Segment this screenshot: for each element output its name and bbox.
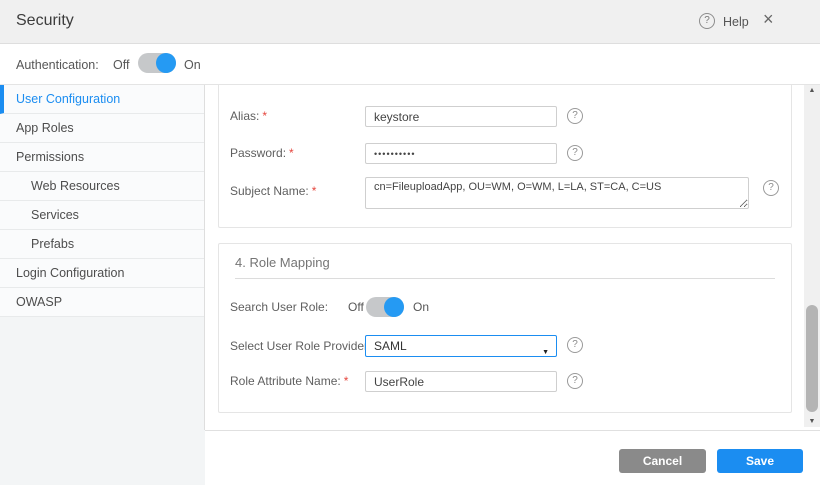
alias-help-icon[interactable]: ?: [567, 108, 583, 124]
subject-name-required-marker: *: [309, 184, 317, 198]
role-mapping-divider: [235, 278, 775, 279]
subject-name-textarea[interactable]: cn=FileuploadApp, OU=WM, O=WM, L=LA, ST=…: [365, 177, 749, 209]
sidebar-item-user-configuration[interactable]: User Configuration: [0, 85, 205, 114]
sidebar-item-login-configuration[interactable]: Login Configuration: [0, 259, 205, 288]
subject-name-label-text: Subject Name:: [230, 184, 309, 198]
subject-name-help-icon[interactable]: ?: [763, 180, 779, 196]
close-icon[interactable]: ×: [763, 9, 774, 30]
scroll-up-icon[interactable]: ▲: [804, 87, 820, 94]
password-required-marker: *: [286, 146, 294, 160]
authentication-toggle[interactable]: [138, 53, 176, 73]
sidebar-item-prefabs[interactable]: Prefabs: [0, 230, 205, 259]
help-icon[interactable]: ?: [699, 13, 715, 29]
authentication-label: Authentication:: [16, 58, 99, 72]
authentication-row: Authentication: Off On: [0, 44, 820, 85]
role-attribute-required-marker: *: [341, 374, 349, 388]
security-dialog: Security ? Help × Authentication: Off On…: [0, 0, 820, 485]
subject-name-label: Subject Name:*: [230, 184, 316, 198]
alias-input[interactable]: [365, 106, 557, 127]
main-content: Alias:* ? Password:* ? Subject Name:* cn…: [205, 85, 805, 430]
help-link[interactable]: Help: [723, 15, 749, 29]
sidebar-item-owasp[interactable]: OWASP: [0, 288, 205, 317]
role-attribute-label-text: Role Attribute Name:: [230, 374, 341, 388]
sidebar-item-permissions[interactable]: Permissions: [0, 143, 205, 172]
role-attribute-help-icon[interactable]: ?: [567, 373, 583, 389]
role-attribute-input[interactable]: [365, 371, 557, 392]
role-attribute-label: Role Attribute Name:*: [230, 374, 348, 388]
toggle-knob: [384, 297, 404, 317]
cancel-button[interactable]: Cancel: [619, 449, 706, 473]
provider-selected-value: SAML: [374, 339, 407, 353]
save-button[interactable]: Save: [717, 449, 803, 473]
footer-bar: Cancel Save: [205, 430, 820, 485]
header-bar: Security ? Help ×: [0, 0, 820, 44]
alias-label-text: Alias:: [230, 109, 259, 123]
search-user-role-toggle[interactable]: [366, 297, 404, 317]
sidebar-item-web-resources[interactable]: Web Resources: [0, 172, 205, 201]
toggle-knob: [156, 53, 176, 73]
search-user-role-on-label: On: [413, 300, 429, 314]
password-help-icon[interactable]: ?: [567, 145, 583, 161]
search-user-role-off-label: Off: [348, 300, 364, 314]
password-input[interactable]: [365, 143, 557, 164]
role-mapping-title: 4. Role Mapping: [235, 255, 330, 270]
sidebar-item-app-roles[interactable]: App Roles: [0, 114, 205, 143]
sidebar: User Configuration App Roles Permissions…: [0, 85, 205, 485]
password-label: Password:*: [230, 146, 294, 160]
password-label-text: Password:: [230, 146, 286, 160]
authentication-off-label: Off: [113, 58, 129, 72]
scrollbar-thumb[interactable]: [806, 305, 818, 412]
provider-select[interactable]: SAML ▼: [365, 335, 557, 357]
search-user-role-label: Search User Role:: [230, 300, 328, 314]
authentication-on-label: On: [184, 58, 201, 72]
provider-help-icon[interactable]: ?: [567, 337, 583, 353]
chevron-down-icon: ▼: [542, 343, 549, 363]
provider-label: Select User Role Provider:: [230, 339, 371, 353]
sidebar-item-services[interactable]: Services: [0, 201, 205, 230]
alias-required-marker: *: [259, 109, 267, 123]
content-scrollbar[interactable]: ▲ ▼: [804, 85, 820, 427]
scroll-down-icon[interactable]: ▼: [804, 418, 820, 425]
alias-label: Alias:*: [230, 109, 267, 123]
page-title: Security: [16, 12, 74, 30]
